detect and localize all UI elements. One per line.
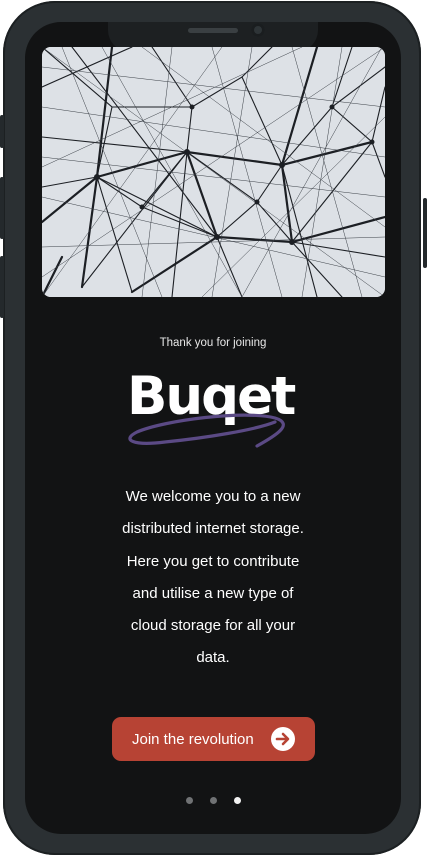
screen: Thank you for joining Buqet We welcome y…	[25, 22, 401, 834]
brand-logo: Buqet	[125, 362, 305, 452]
speaker-grill	[188, 28, 238, 33]
welcome-message: We welcome you to a new distributed inte…	[122, 488, 304, 667]
brand-underline-swoosh	[128, 413, 285, 448]
power-button	[423, 198, 427, 268]
join-revolution-button[interactable]: Join the revolution	[112, 717, 315, 761]
thank-you-subtitle: Thank you for joining	[159, 337, 267, 349]
page-dot-3[interactable]	[233, 797, 241, 804]
volume-up-button	[0, 177, 4, 239]
front-camera	[251, 23, 265, 37]
mute-switch	[0, 115, 4, 148]
join-revolution-label: Join the revolution	[132, 730, 254, 748]
page-dot-2[interactable]	[209, 797, 217, 804]
page-dot-1[interactable]	[185, 797, 193, 804]
page-indicator	[25, 797, 401, 804]
hero-image	[42, 47, 385, 297]
arrow-right-circle-icon	[271, 727, 295, 751]
network-mesh-image	[42, 47, 385, 297]
volume-down-button	[0, 256, 4, 318]
